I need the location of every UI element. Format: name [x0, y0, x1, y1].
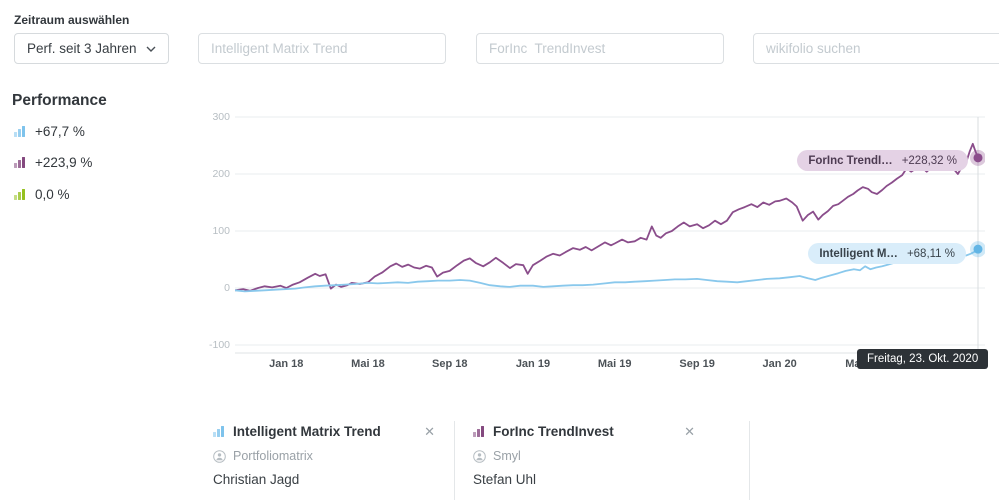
endpoint-dot[interactable]: [974, 153, 983, 162]
x-axis-tick-label: Mai 18: [351, 358, 385, 370]
performance-chart[interactable]: [235, 112, 985, 354]
wikifolio-card-1: Intelligent Matrix Trend ✕ Portfoliomatr…: [213, 424, 453, 500]
bar-chart-icon: [473, 426, 486, 437]
compare-input-1[interactable]: [198, 33, 446, 64]
close-icon[interactable]: ✕: [424, 425, 435, 438]
y-axis-tick-label: 200: [194, 168, 230, 180]
endpoint-dot[interactable]: [974, 245, 983, 254]
series-label-value: +68,11 %: [907, 248, 955, 260]
timeframe-label: Zeitraum auswählen: [14, 13, 129, 27]
timeframe-select[interactable]: Perf. seit 3 Jahren: [14, 33, 169, 64]
performance-heading: Performance: [12, 92, 107, 110]
card-owner[interactable]: Portfoliomatrix: [233, 449, 313, 463]
close-icon[interactable]: ✕: [684, 425, 695, 438]
x-axis-tick-label: Mai 19: [598, 358, 632, 370]
user-icon: [213, 450, 226, 463]
legend-item-green: 0,0 %: [14, 187, 70, 202]
x-axis-tick-label: Sep 19: [679, 358, 714, 370]
wikifolio-search-input[interactable]: [753, 33, 999, 64]
legend-item-purple: +223,9 %: [14, 155, 92, 170]
user-icon: [473, 450, 486, 463]
y-axis-tick-label: 100: [194, 225, 230, 237]
series-label-value: +228,32 %: [902, 155, 957, 167]
wikifolio-card-2: ForInc TrendInvest ✕ Smyl Stefan Uhl: [473, 424, 713, 500]
bar-chart-icon: [14, 157, 27, 168]
legend-item-blue: +67,7 %: [14, 124, 85, 139]
series-label-forinc[interactable]: ForInc TrendI… +228,32 %: [797, 150, 968, 171]
compare-input-2[interactable]: [476, 33, 724, 64]
timeframe-select-value: Perf. seit 3 Jahren: [27, 41, 137, 56]
card-divider: [454, 421, 455, 500]
series-label-name: ForInc TrendI…: [808, 155, 892, 167]
card-title: Intelligent Matrix Trend: [233, 424, 381, 439]
x-axis-tick-label: Sep 18: [432, 358, 467, 370]
y-axis-tick-label: 300: [194, 111, 230, 123]
series-label-name: Intelligent M…: [819, 248, 898, 260]
x-axis-tick-label: Jan 18: [269, 358, 303, 370]
card-title: ForInc TrendInvest: [493, 424, 614, 439]
chevron-down-icon: [146, 46, 156, 52]
x-axis-tick-label: Jan 19: [516, 358, 550, 370]
x-axis-tick-label: Jan 20: [762, 358, 796, 370]
bar-chart-icon: [14, 189, 27, 200]
y-axis-tick-label: 0: [194, 282, 230, 294]
card-divider: [749, 421, 750, 500]
legend-value: +67,7 %: [35, 124, 85, 139]
date-tooltip: Freitag, 23. Okt. 2020: [857, 349, 988, 369]
series-label-intelligent[interactable]: Intelligent M… +68,11 %: [808, 243, 966, 264]
y-axis-tick-label: -100: [194, 339, 230, 351]
bar-chart-icon: [213, 426, 226, 437]
legend-value: +223,9 %: [35, 155, 92, 170]
legend-value: 0,0 %: [35, 187, 70, 202]
card-owner[interactable]: Smyl: [493, 449, 521, 463]
bar-chart-icon: [14, 126, 27, 137]
card-trader[interactable]: Christian Jagd: [213, 472, 453, 487]
wikifolio-compare-page: Zeitraum auswählen Perf. seit 3 Jahren P…: [0, 0, 999, 500]
card-trader[interactable]: Stefan Uhl: [473, 472, 713, 487]
